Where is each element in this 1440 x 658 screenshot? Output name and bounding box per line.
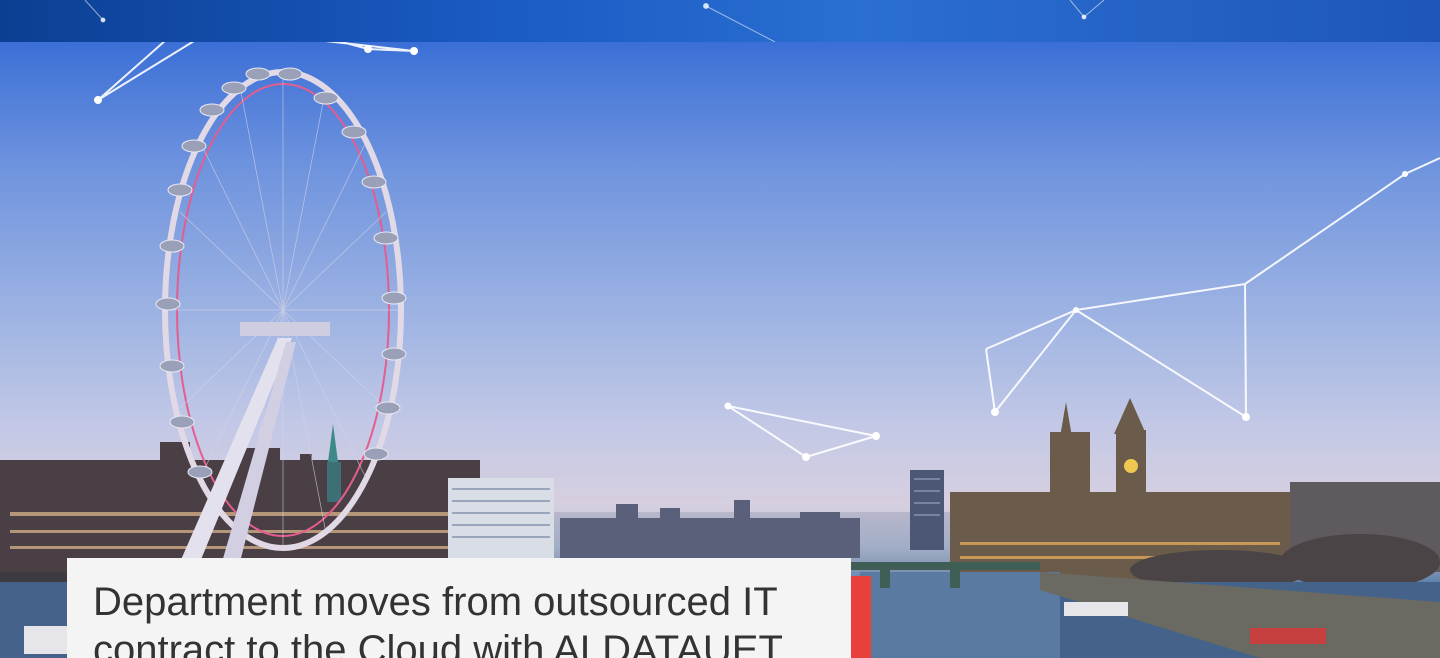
page: Department moves from outsourced IT cont… <box>0 0 1440 658</box>
accent-bar <box>851 576 871 658</box>
headline-card: Department moves from outsourced IT cont… <box>67 558 851 658</box>
banner-constellation-decoration <box>84 0 1105 43</box>
headline-text: Department moves from outsourced IT cont… <box>93 580 783 658</box>
top-banner-band <box>0 0 1440 43</box>
